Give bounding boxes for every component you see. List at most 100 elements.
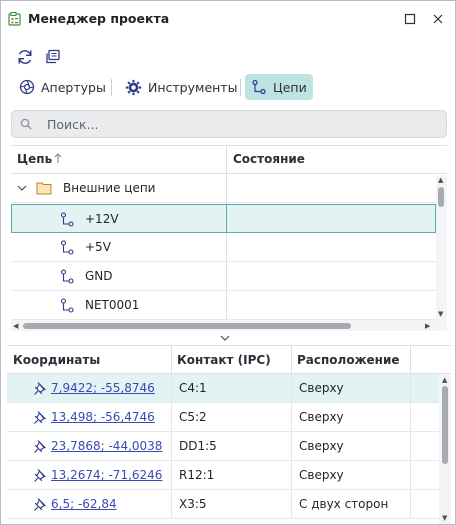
placement-cell: Сверху xyxy=(299,381,344,395)
contact-cell: C4:1 xyxy=(179,381,207,395)
contact-cell: X3:5 xyxy=(179,497,207,511)
net-icon xyxy=(60,269,74,284)
column-divider xyxy=(410,374,411,402)
horizontal-scrollbar[interactable]: ◀ ▶ xyxy=(11,320,447,331)
column-divider xyxy=(291,374,292,402)
net-icon xyxy=(60,212,74,227)
pin-icon xyxy=(34,382,46,395)
project-manager-window: Менеджер проекта Апертуры Инструменты Це… xyxy=(0,0,456,525)
coordinate-link[interactable]: 7,9422; -55,8746 xyxy=(51,381,155,395)
tab-tools-label: Инструменты xyxy=(148,79,238,95)
scroll-up-icon[interactable]: ▲ xyxy=(438,176,443,184)
contact-cell: R12:1 xyxy=(179,468,215,482)
scroll-left-icon[interactable]: ◀ xyxy=(13,322,18,330)
tab-bar: Апертуры Инструменты Цепи xyxy=(11,74,451,100)
chevron-down-icon[interactable] xyxy=(17,184,27,192)
placement-cell: С двух сторон xyxy=(299,497,389,511)
tab-apertures-label: Апертуры xyxy=(41,79,106,95)
column-divider xyxy=(291,490,292,518)
contact-cell: DD1:5 xyxy=(179,439,217,453)
column-divider xyxy=(410,403,411,431)
column-divider xyxy=(410,461,411,489)
scrollbar-thumb[interactable] xyxy=(438,187,444,207)
scrollbar-thumb[interactable] xyxy=(23,323,351,329)
coordinate-link[interactable]: 13,2674; -71,6246 xyxy=(51,468,162,482)
tree-group-row[interactable]: Внешние цепи xyxy=(11,174,436,203)
search-icon xyxy=(20,118,32,130)
search-input[interactable]: Поиск... xyxy=(11,110,447,138)
tree-net-row[interactable]: NET0001 xyxy=(11,291,436,320)
column-divider xyxy=(410,490,411,518)
scrollbar-thumb[interactable] xyxy=(442,386,448,464)
contact-cell: C5:2 xyxy=(179,410,207,424)
refresh-icon[interactable] xyxy=(15,47,35,67)
splitter-chevron-icon[interactable] xyxy=(219,334,231,342)
tab-nets[interactable]: Цепи xyxy=(245,74,313,100)
coordinate-link[interactable]: 23,7868; -44,0038 xyxy=(51,439,162,453)
net-label: +12V xyxy=(85,212,119,226)
pin-icon xyxy=(34,469,46,482)
table-row[interactable]: 6,5; -62,84 X3:5 С двух сторон xyxy=(7,490,439,519)
column-divider xyxy=(171,346,172,374)
column-divider xyxy=(291,461,292,489)
nets-table-header: Цепь Состояние xyxy=(11,146,447,174)
pin-icon xyxy=(34,440,46,453)
net-label: +5V xyxy=(85,240,111,254)
copy-icon[interactable] xyxy=(43,47,63,67)
table-row[interactable]: 13,2674; -71,6246 R12:1 Сверху xyxy=(7,461,439,490)
column-header-placement[interactable]: Расположение xyxy=(297,353,400,367)
title-bar: Менеджер проекта xyxy=(1,1,455,37)
coordinate-link[interactable]: 13,498; -56,4746 xyxy=(51,410,155,424)
scroll-down-icon[interactable]: ▼ xyxy=(442,514,447,522)
column-divider xyxy=(171,490,172,518)
placement-cell: Сверху xyxy=(299,410,344,424)
tab-divider xyxy=(240,79,241,96)
aperture-icon xyxy=(19,79,35,95)
column-divider xyxy=(410,346,411,374)
tree-net-row[interactable]: +5V xyxy=(11,233,436,262)
tree-net-row[interactable]: +12V xyxy=(11,204,436,233)
column-divider xyxy=(171,403,172,431)
table-row[interactable]: 13,498; -56,4746 C5:2 Сверху xyxy=(7,403,439,432)
vertical-scrollbar[interactable]: ▲ ▼ xyxy=(439,374,451,524)
close-icon[interactable] xyxy=(430,11,446,27)
column-header-coordinates[interactable]: Координаты xyxy=(13,353,100,367)
tab-tools[interactable]: Инструменты xyxy=(119,74,243,100)
folder-icon xyxy=(36,182,52,195)
search-placeholder: Поиск... xyxy=(47,117,99,132)
coordinate-link[interactable]: 6,5; -62,84 xyxy=(51,497,117,511)
placement-cell: Сверху xyxy=(299,468,344,482)
contacts-table: Координаты Контакт (IPC) Расположение 7,… xyxy=(7,345,451,525)
table-row[interactable]: 23,7868; -44,0038 DD1:5 Сверху xyxy=(7,432,439,461)
window-title: Менеджер проекта xyxy=(28,11,170,26)
tab-nets-label: Цепи xyxy=(273,79,307,95)
column-divider xyxy=(171,461,172,489)
nets-table: Цепь Состояние Внешние цепи +12V +5V GND… xyxy=(11,145,447,332)
gear-icon xyxy=(125,79,142,95)
tree-net-row[interactable]: GND xyxy=(11,262,436,291)
scroll-up-icon[interactable]: ▲ xyxy=(442,376,447,384)
tree-group-label: Внешние цепи xyxy=(63,181,156,195)
column-divider xyxy=(291,432,292,460)
net-label: GND xyxy=(85,269,113,283)
column-header-contact[interactable]: Контакт (IPC) xyxy=(177,353,271,367)
placement-cell: Сверху xyxy=(299,439,344,453)
column-divider xyxy=(171,374,172,402)
vertical-scrollbar[interactable]: ▲ ▼ xyxy=(436,175,447,320)
project-icon xyxy=(8,12,21,26)
pin-icon xyxy=(34,411,46,424)
column-divider xyxy=(291,403,292,431)
column-header-state[interactable]: Состояние xyxy=(233,152,305,166)
column-divider xyxy=(410,432,411,460)
column-header-net[interactable]: Цепь xyxy=(17,152,52,166)
net-icon xyxy=(252,79,266,95)
scroll-down-icon[interactable]: ▼ xyxy=(438,310,443,318)
scroll-right-icon[interactable]: ▶ xyxy=(425,322,430,330)
column-divider xyxy=(171,432,172,460)
pin-icon xyxy=(34,498,46,511)
table-row[interactable]: 7,9422; -55,8746 C4:1 Сверху xyxy=(7,374,439,403)
tab-apertures[interactable]: Апертуры xyxy=(13,74,112,100)
tab-divider xyxy=(111,79,112,96)
maximize-icon[interactable] xyxy=(402,11,418,27)
net-icon xyxy=(60,298,74,313)
